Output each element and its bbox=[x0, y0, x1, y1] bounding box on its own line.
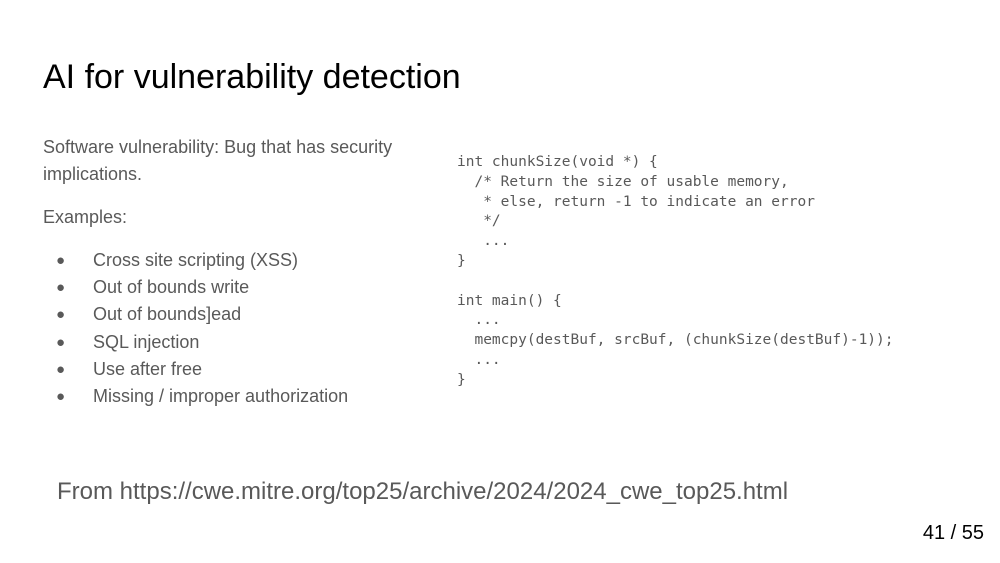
bullet-icon: ● bbox=[56, 360, 66, 378]
bullet-icon: ● bbox=[56, 252, 66, 269]
example-label: Out of bounds]ead bbox=[93, 304, 242, 325]
list-item: ● Cross site scripting (XSS) bbox=[43, 247, 433, 274]
example-label: Out of bounds write bbox=[93, 277, 250, 298]
bullet-icon: ● bbox=[56, 387, 66, 405]
slide-title: AI for vulnerability detection bbox=[43, 58, 461, 96]
intro-line-1: Software vulnerability: Bug that has sec… bbox=[43, 137, 393, 157]
example-label: Missing / improper authorization bbox=[93, 385, 349, 406]
left-column: Software vulnerability: Bug that has sec… bbox=[43, 134, 433, 410]
example-label: Use after free bbox=[93, 358, 203, 379]
code-snippet: int chunkSize(void *) { /* Return the si… bbox=[457, 154, 894, 388]
examples-list: ● Cross site scripting (XSS) ● Out of bo… bbox=[43, 247, 433, 410]
presentation-slide: AI for vulnerability detection Software … bbox=[0, 0, 1000, 563]
list-item: ● Out of bounds]ead bbox=[43, 301, 433, 328]
examples-label: Examples: bbox=[43, 207, 128, 227]
example-label: SQL injection bbox=[93, 331, 200, 352]
list-item: ● Out of bounds write bbox=[43, 274, 433, 301]
bullet-icon: ● bbox=[56, 333, 66, 351]
intro-paragraph: Software vulnerability: Bug that has sec… bbox=[43, 134, 433, 188]
bullet-icon: ● bbox=[56, 306, 66, 324]
example-label: Cross site scripting (XSS) bbox=[93, 250, 299, 270]
intro-line-2: implications. bbox=[43, 164, 143, 184]
source-citation: From https://cwe.mitre.org/top25/archive… bbox=[57, 478, 789, 505]
list-item: ● SQL injection bbox=[43, 329, 433, 356]
list-item: ● Use after free bbox=[43, 356, 433, 383]
bullet-icon: ● bbox=[56, 279, 66, 297]
list-item: ● Missing / improper authorization bbox=[43, 383, 433, 410]
page-number: 41 / 55 bbox=[922, 522, 984, 544]
